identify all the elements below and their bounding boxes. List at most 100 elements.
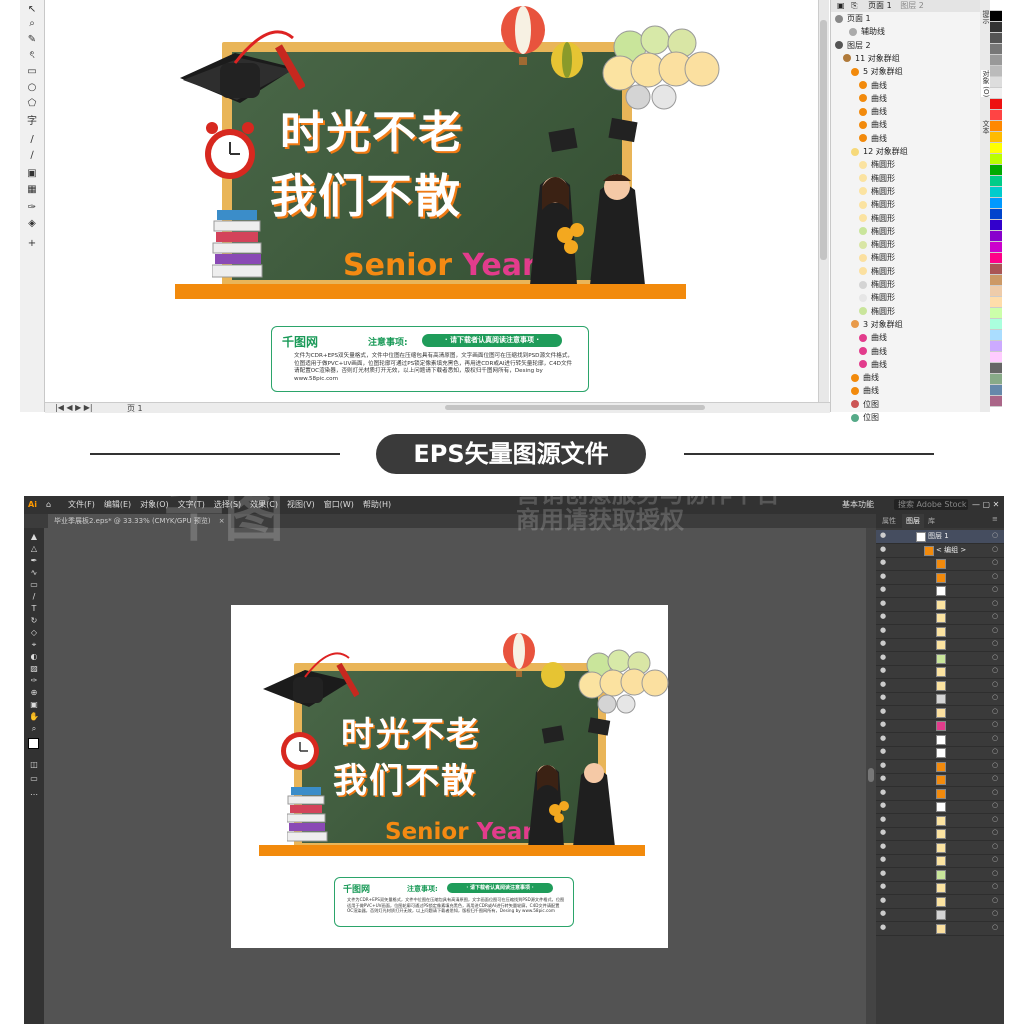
tree-bitmap[interactable]: 位图 xyxy=(851,399,879,411)
layer-item-row[interactable]: ● ○ xyxy=(876,665,1004,679)
workspace-switcher[interactable]: 基本功能 xyxy=(842,496,874,514)
tree-curve[interactable]: 曲线 xyxy=(859,359,887,371)
palette-swatch[interactable] xyxy=(990,165,1002,176)
tree-curve[interactable]: 曲线 xyxy=(859,93,887,105)
width-tool-icon[interactable]: ⌖ xyxy=(28,640,40,650)
tree-page[interactable]: 页面 1 xyxy=(835,13,871,25)
palette-swatch[interactable] xyxy=(990,231,1002,242)
visibility-eye-icon[interactable]: ● xyxy=(880,801,886,809)
palette-swatch[interactable] xyxy=(990,275,1002,286)
visibility-eye-icon[interactable]: ● xyxy=(880,572,886,580)
target-circle-icon[interactable]: ○ xyxy=(992,666,998,674)
window-controls-icon[interactable]: — ▢ ✕ xyxy=(972,496,999,514)
layer-item-row[interactable]: ● ○ xyxy=(876,841,1004,855)
target-circle-icon[interactable]: ○ xyxy=(992,693,998,701)
palette-swatch[interactable] xyxy=(990,187,1002,198)
screen-mode-icon[interactable]: ▭ xyxy=(28,774,40,784)
layer-item-row[interactable]: ● ○ xyxy=(876,868,1004,882)
target-circle-icon[interactable]: ○ xyxy=(992,909,998,917)
tree-ellipse[interactable]: 椭圆形 xyxy=(859,279,895,291)
ellipse-tool-icon[interactable]: ○ xyxy=(24,82,40,94)
scroll-thumb[interactable] xyxy=(820,20,827,260)
target-circle-icon[interactable]: ○ xyxy=(992,585,998,593)
layer-item-row[interactable]: ● ○ xyxy=(876,571,1004,585)
scroll-thumb[interactable] xyxy=(868,768,874,782)
target-circle-icon[interactable]: ○ xyxy=(992,599,998,607)
transparency-tool-icon[interactable]: ▦ xyxy=(24,184,40,196)
menu-item[interactable]: 文件(F) xyxy=(68,500,95,509)
palette-swatch[interactable] xyxy=(990,330,1002,341)
layer-item-row[interactable]: ● ○ xyxy=(876,908,1004,922)
new-layer-icon[interactable]: ▣ xyxy=(837,1,845,10)
tree-ellipse[interactable]: 椭圆形 xyxy=(859,186,895,198)
layer-item-row[interactable]: ● ○ xyxy=(876,692,1004,706)
tree-bitmap[interactable]: 位图 xyxy=(851,412,879,424)
gradient-tool-icon[interactable]: ▨ xyxy=(28,664,40,674)
visibility-eye-icon[interactable]: ● xyxy=(880,842,886,850)
artboard-tool-icon[interactable]: ▣ xyxy=(28,700,40,710)
drawing-modes-icon[interactable]: ◫ xyxy=(28,760,40,770)
palette-swatch[interactable] xyxy=(990,121,1002,132)
visibility-eye-icon[interactable]: ● xyxy=(880,828,886,836)
layer-item-row[interactable]: ● ○ xyxy=(876,679,1004,693)
more-tools-icon[interactable]: ⋯ xyxy=(28,790,40,800)
add-tool-icon[interactable]: + xyxy=(24,238,40,250)
visibility-eye-icon[interactable]: ● xyxy=(880,855,886,863)
tree-curve[interactable]: 曲线 xyxy=(851,372,879,384)
palette-swatch[interactable] xyxy=(990,286,1002,297)
layer-row[interactable]: ● 图层 1 ○ xyxy=(876,530,1004,544)
target-circle-icon[interactable]: ○ xyxy=(992,761,998,769)
tree-ellipse[interactable]: 椭圆形 xyxy=(859,306,895,318)
layer-item-row[interactable]: ● ○ xyxy=(876,598,1004,612)
target-circle-icon[interactable]: ○ xyxy=(992,882,998,890)
tree-ellipse[interactable]: 椭圆形 xyxy=(859,159,895,171)
layer-item-row[interactable]: ● ○ xyxy=(876,706,1004,720)
palette-swatch[interactable] xyxy=(990,110,1002,121)
blend-tool-icon[interactable]: ⊕ xyxy=(28,688,40,698)
layer-item-row[interactable]: ● ○ xyxy=(876,733,1004,747)
palette-swatch[interactable] xyxy=(990,220,1002,231)
palette-swatch[interactable] xyxy=(990,132,1002,143)
visibility-eye-icon[interactable]: ● xyxy=(880,545,886,553)
pen-tool-icon[interactable]: ✒ xyxy=(28,556,40,566)
target-circle-icon[interactable]: ○ xyxy=(992,801,998,809)
target-circle-icon[interactable]: ○ xyxy=(992,680,998,688)
zoom-tool-icon[interactable]: ⌕ xyxy=(28,724,40,734)
layer-item-row[interactable]: ● < 编组 > ○ xyxy=(876,544,1004,558)
palette-swatch[interactable] xyxy=(990,198,1002,209)
tree-ellipse[interactable]: 椭圆形 xyxy=(859,226,895,238)
tree-curve[interactable]: 曲线 xyxy=(859,119,887,131)
target-circle-icon[interactable]: ○ xyxy=(992,720,998,728)
tree-curve[interactable]: 曲线 xyxy=(859,332,887,344)
tree-curve[interactable]: 曲线 xyxy=(851,385,879,397)
polygon-tool-icon[interactable]: ⬠ xyxy=(24,98,40,110)
visibility-eye-icon[interactable]: ● xyxy=(880,626,886,634)
menu-item[interactable]: 编辑(E) xyxy=(104,500,131,509)
visibility-eye-icon[interactable]: ● xyxy=(880,923,886,931)
visibility-eye-icon[interactable]: ● xyxy=(880,585,886,593)
target-circle-icon[interactable]: ○ xyxy=(992,558,998,566)
curvature-tool-icon[interactable]: ∿ xyxy=(28,568,40,578)
tree-ellipse[interactable]: 椭圆形 xyxy=(859,292,895,304)
freehand-tool-icon[interactable]: ৎ xyxy=(24,50,40,62)
palette-swatch[interactable] xyxy=(990,374,1002,385)
visibility-eye-icon[interactable]: ● xyxy=(880,558,886,566)
tree-layer[interactable]: 图层 2 xyxy=(835,40,871,52)
visibility-eye-icon[interactable]: ● xyxy=(880,761,886,769)
pick-tool-icon[interactable]: ↖ xyxy=(24,4,40,16)
visibility-eye-icon[interactable]: ● xyxy=(880,720,886,728)
palette-swatch[interactable] xyxy=(990,385,1002,396)
visibility-eye-icon[interactable]: ● xyxy=(880,653,886,661)
target-circle-icon[interactable]: ○ xyxy=(992,612,998,620)
target-circle-icon[interactable]: ○ xyxy=(992,734,998,742)
palette-swatch[interactable] xyxy=(990,154,1002,165)
layer-item-row[interactable]: ● ○ xyxy=(876,652,1004,666)
layer-item-row[interactable]: ● ○ xyxy=(876,638,1004,652)
target-circle-icon[interactable]: ○ xyxy=(992,842,998,850)
selection-tool-icon[interactable]: ▲ xyxy=(28,532,40,542)
eraser-tool-icon[interactable]: ◇ xyxy=(28,628,40,638)
layer-item-row[interactable]: ● ○ xyxy=(876,760,1004,774)
target-circle-icon[interactable]: ○ xyxy=(992,828,998,836)
tab-properties[interactable]: 属性 xyxy=(882,516,896,526)
tree-ellipse[interactable]: 椭圆形 xyxy=(859,266,895,278)
